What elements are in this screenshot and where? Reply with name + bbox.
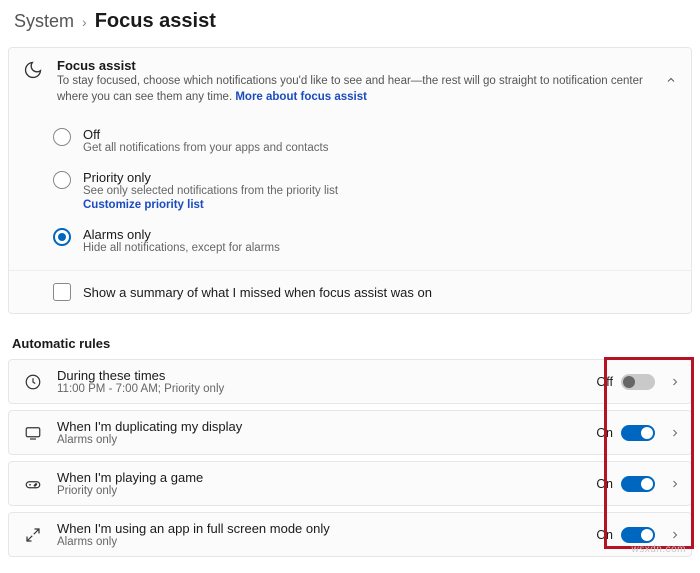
moon-icon	[23, 60, 43, 80]
rule-sub: Priority only	[57, 485, 582, 497]
rule-duplicating-display[interactable]: When I'm duplicating my display Alarms o…	[8, 410, 692, 455]
radio-priority[interactable]	[53, 171, 71, 189]
focus-mode-radio-group: Off Get all notifications from your apps…	[9, 115, 691, 266]
focus-assist-card: Focus assist To stay focused, choose whi…	[8, 47, 692, 314]
rule-toggle[interactable]	[621, 425, 655, 441]
monitor-icon	[23, 423, 43, 443]
toggle-state-label: Off	[597, 375, 613, 389]
rule-sub: Alarms only	[57, 434, 582, 446]
fullscreen-icon	[23, 525, 43, 545]
automatic-rules-heading: Automatic rules	[12, 336, 692, 351]
summary-checkbox-row[interactable]: Show a summary of what I missed when foc…	[9, 270, 691, 313]
toggle-state-label: On	[596, 528, 613, 542]
watermark: wsxdn.com	[631, 544, 686, 555]
toggle-state-label: On	[596, 477, 613, 491]
rule-title: When I'm playing a game	[57, 470, 582, 485]
focus-assist-header[interactable]: Focus assist To stay focused, choose whi…	[9, 48, 691, 115]
rule-toggle[interactable]	[621, 476, 655, 492]
rule-sub: 11:00 PM - 7:00 AM; Priority only	[57, 383, 583, 395]
summary-checkbox-label: Show a summary of what I missed when foc…	[83, 285, 432, 300]
radio-off[interactable]	[53, 128, 71, 146]
mode-off-label: Off	[83, 127, 328, 142]
focus-assist-description: To stay focused, choose which notificati…	[57, 73, 651, 105]
breadcrumb: System › Focus assist	[8, 10, 692, 33]
rule-title: When I'm using an app in full screen mod…	[57, 521, 582, 536]
rule-sub: Alarms only	[57, 536, 582, 548]
summary-checkbox[interactable]	[53, 283, 71, 301]
mode-alarms-label: Alarms only	[83, 227, 280, 242]
mode-priority-sub: See only selected notifications from the…	[83, 185, 338, 197]
rule-toggle[interactable]	[621, 527, 655, 543]
rule-title: When I'm duplicating my display	[57, 419, 582, 434]
clock-icon	[23, 372, 43, 392]
rule-during-these-times[interactable]: During these times 11:00 PM - 7:00 AM; P…	[8, 359, 692, 404]
mode-off-row[interactable]: Off Get all notifications from your apps…	[53, 119, 691, 162]
mode-priority-row[interactable]: Priority only See only selected notifica…	[53, 162, 691, 219]
rule-toggle[interactable]	[621, 374, 655, 390]
more-about-link[interactable]: More about focus assist	[235, 91, 367, 103]
rule-title: During these times	[57, 368, 583, 383]
rule-playing-game[interactable]: When I'm playing a game Priority only On	[8, 461, 692, 506]
focus-assist-title: Focus assist	[57, 58, 651, 73]
chevron-right-icon[interactable]	[669, 529, 681, 541]
mode-off-sub: Get all notifications from your apps and…	[83, 142, 328, 154]
customize-priority-link[interactable]: Customize priority list	[83, 199, 338, 211]
mode-priority-label: Priority only	[83, 170, 338, 185]
mode-alarms-row[interactable]: Alarms only Hide all notifications, exce…	[53, 219, 691, 262]
radio-alarms[interactable]	[53, 228, 71, 246]
page-title: Focus assist	[95, 10, 216, 33]
gamepad-icon	[23, 474, 43, 494]
chevron-right-icon[interactable]	[669, 376, 681, 388]
toggle-state-label: On	[596, 426, 613, 440]
automatic-rules-list: During these times 11:00 PM - 7:00 AM; P…	[8, 359, 692, 557]
chevron-right-icon[interactable]	[669, 478, 681, 490]
breadcrumb-parent[interactable]: System	[14, 11, 74, 32]
mode-alarms-sub: Hide all notifications, except for alarm…	[83, 242, 280, 254]
chevron-right-icon: ›	[82, 14, 87, 30]
chevron-right-icon[interactable]	[669, 427, 681, 439]
chevron-up-icon[interactable]	[665, 74, 677, 89]
